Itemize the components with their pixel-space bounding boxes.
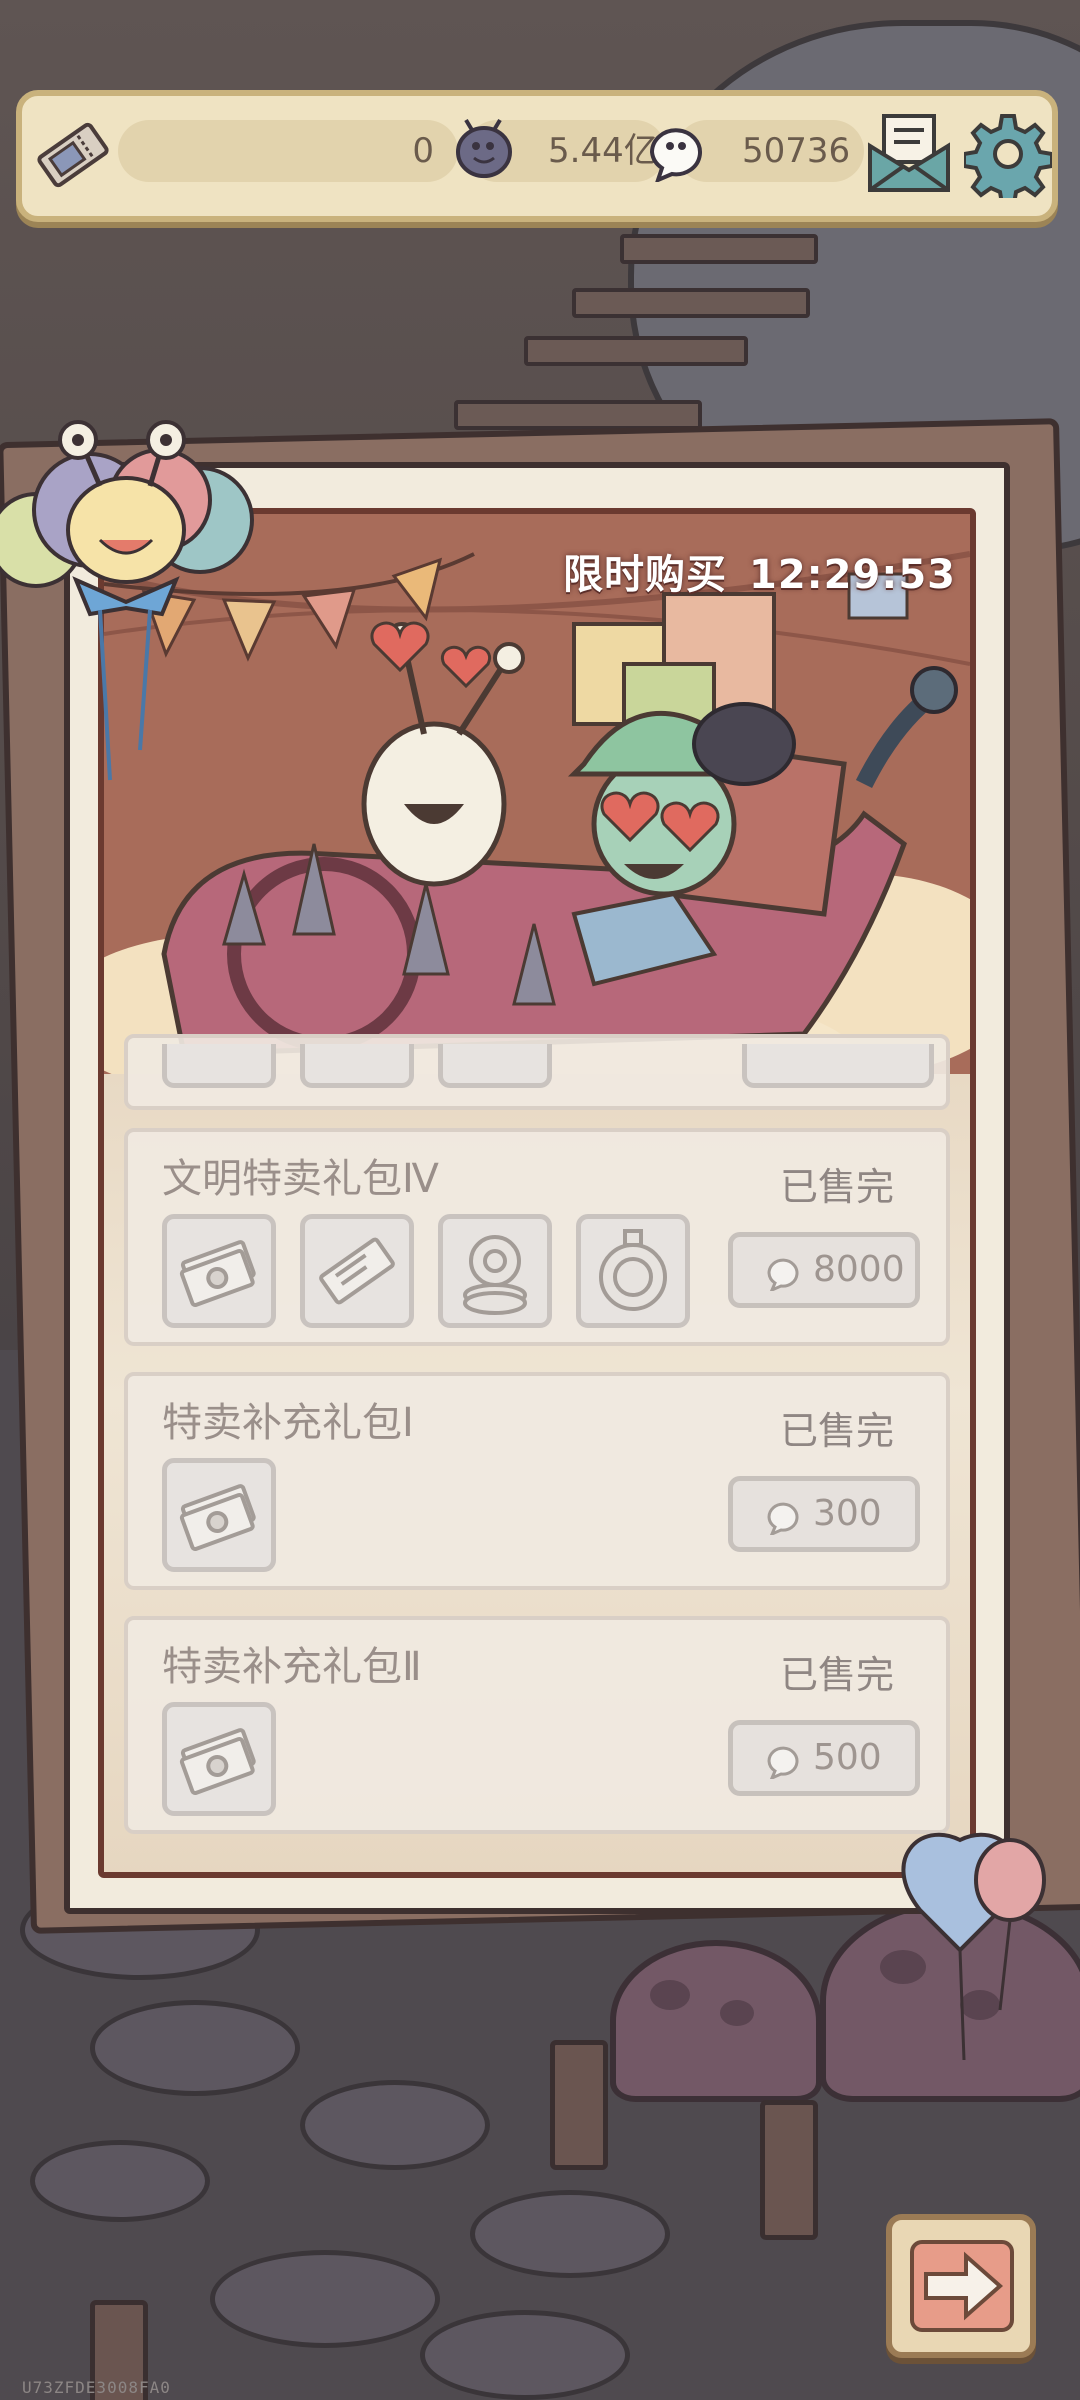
white-snail-gem-icon bbox=[767, 1258, 799, 1291]
snail-coin-icon[interactable] bbox=[450, 116, 516, 182]
item-slot[interactable] bbox=[162, 1458, 276, 1572]
item-slot[interactable] bbox=[162, 1214, 276, 1328]
item-slot[interactable] bbox=[162, 1702, 276, 1816]
list-item: 文明特卖礼包Ⅳ 已售完 8000 bbox=[124, 1128, 950, 1346]
pack-list[interactable]: 文明特卖礼包Ⅳ 已售完 8000 特卖补充礼包Ⅰ 已售完 300 特卖补充礼包Ⅱ… bbox=[104, 1034, 970, 1872]
list-item: 特卖补充礼包Ⅰ 已售完 300 bbox=[124, 1372, 950, 1590]
buy-button[interactable]: 500 bbox=[728, 1720, 920, 1796]
gem-count: 50736 bbox=[742, 131, 851, 171]
price-value: 8000 bbox=[813, 1249, 905, 1290]
sold-out-label: 已售完 bbox=[779, 1165, 894, 1209]
item-slot[interactable] bbox=[576, 1214, 690, 1328]
item-slot bbox=[438, 1044, 552, 1088]
price-value: 300 bbox=[813, 1493, 882, 1534]
item-slot[interactable] bbox=[438, 1214, 552, 1328]
list-item: 特卖补充礼包Ⅱ 已售完 500 bbox=[124, 1616, 950, 1834]
ticket-bundle-icon bbox=[179, 1240, 256, 1308]
gear-coins-icon bbox=[463, 1235, 527, 1315]
sold-out-label: 已售完 bbox=[779, 1409, 894, 1453]
snail-balloon-mascot bbox=[0, 420, 254, 781]
ticket-count: 0 bbox=[412, 131, 434, 171]
ticket-bundle-icon bbox=[179, 1484, 256, 1552]
pack-name: 特卖补充礼包Ⅰ bbox=[162, 1400, 414, 1446]
price-value: 500 bbox=[813, 1737, 882, 1778]
item-slot bbox=[162, 1044, 276, 1088]
ticket-icon bbox=[319, 1237, 395, 1305]
price-button bbox=[742, 1044, 934, 1088]
heart-balloons bbox=[901, 1832, 1046, 2060]
arrow-right-icon bbox=[910, 2240, 1014, 2332]
medal-coin-icon bbox=[599, 1229, 667, 1311]
item-slot[interactable] bbox=[300, 1214, 414, 1328]
buy-button[interactable]: 300 bbox=[728, 1476, 920, 1552]
limited-time-label: 限时购买 bbox=[563, 552, 728, 598]
countdown-value: 12:29:53 bbox=[749, 552, 956, 598]
white-snail-gem-icon bbox=[767, 1502, 799, 1535]
item-slot bbox=[300, 1044, 414, 1088]
ticket-icon[interactable] bbox=[36, 118, 110, 192]
resource-bar: 0 5.44亿 50736 bbox=[16, 90, 1058, 222]
next-arrow-button[interactable] bbox=[886, 2214, 1036, 2358]
limited-time-timer: 限时购买 12:29:53 bbox=[563, 542, 956, 600]
sold-out-label: 已售完 bbox=[779, 1653, 894, 1697]
white-snail-gem-icon[interactable] bbox=[642, 116, 708, 184]
white-snail-gem-icon bbox=[767, 1746, 799, 1779]
list-item bbox=[124, 1034, 950, 1110]
ticket-bundle-icon bbox=[179, 1728, 256, 1796]
pack-name: 文明特卖礼包Ⅳ bbox=[162, 1156, 439, 1202]
gear-icon[interactable] bbox=[962, 110, 1054, 206]
user-id: U73ZFDE3008FA0 bbox=[22, 2378, 171, 2397]
pack-name: 特卖补充礼包Ⅱ bbox=[162, 1644, 422, 1690]
mail-icon[interactable] bbox=[864, 110, 954, 196]
buy-button[interactable]: 8000 bbox=[728, 1232, 920, 1308]
ticket-counter: 0 bbox=[118, 120, 458, 182]
